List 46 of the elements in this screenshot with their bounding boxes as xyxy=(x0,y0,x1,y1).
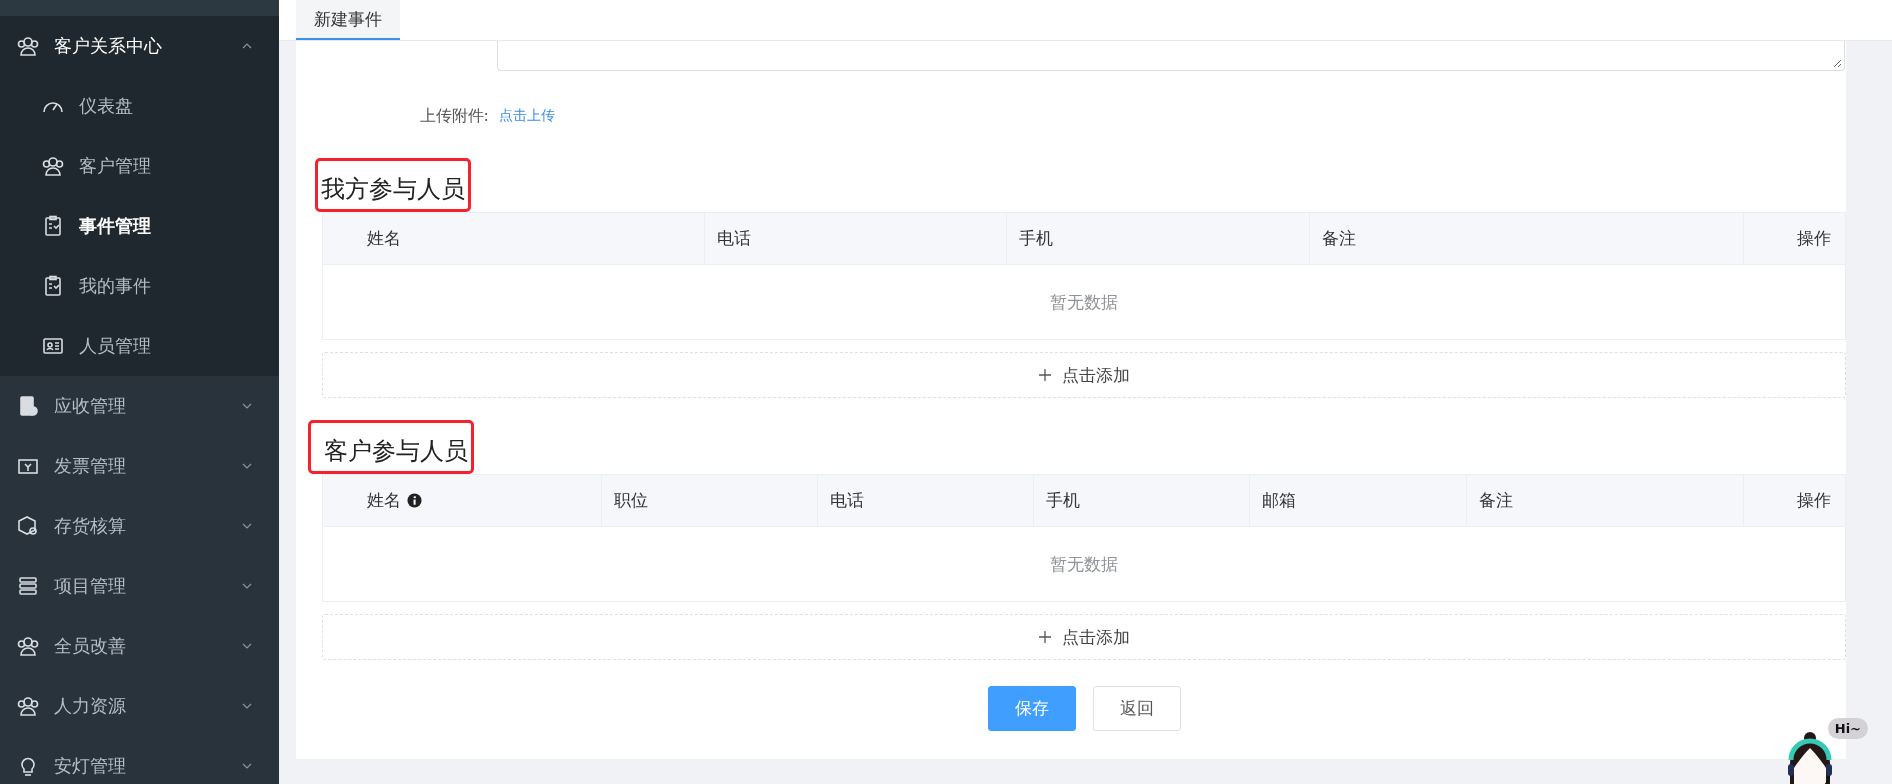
column-header: 操作 xyxy=(1796,227,1832,250)
menu-item[interactable]: 应收管理 xyxy=(0,376,279,436)
plus-icon xyxy=(1038,368,1052,382)
menu-item[interactable]: 事件管理 xyxy=(0,196,279,256)
column-header: 姓名 xyxy=(323,475,602,526)
box-search-icon xyxy=(16,514,40,538)
resize-grip-icon xyxy=(1832,58,1842,68)
menu-item[interactable]: 项目管理 xyxy=(0,556,279,616)
column-header: 备注 xyxy=(1310,213,1744,264)
menu-item[interactable]: 全员改善 xyxy=(0,616,279,676)
column-header: 电话 xyxy=(818,475,1034,526)
menu-item[interactable]: 我的事件 xyxy=(0,256,279,316)
people-icon xyxy=(16,694,40,718)
add-row-button[interactable]: 点击添加 xyxy=(322,614,1846,660)
section-title: 我方参与人员 xyxy=(315,158,471,212)
people-icon xyxy=(41,154,65,178)
column-header: 电话 xyxy=(705,213,1007,264)
add-row-button[interactable]: 点击添加 xyxy=(322,352,1846,398)
column-header: 职位 xyxy=(602,475,818,526)
chat-bubble[interactable]: Hi~ xyxy=(1827,718,1868,739)
column-header: 邮箱 xyxy=(1250,475,1467,526)
menu-item[interactable]: 客户管理 xyxy=(0,136,279,196)
column-header: 操作 xyxy=(1796,489,1832,512)
section-title: 客户参与人员 xyxy=(308,420,474,474)
people-icon xyxy=(16,34,40,58)
menu-item[interactable]: 安灯管理 xyxy=(0,736,279,784)
plus-icon xyxy=(1038,630,1052,644)
column-header: 手机 xyxy=(1034,475,1250,526)
column-header: 手机 xyxy=(1007,213,1310,264)
stack-icon xyxy=(16,574,40,598)
field-label: 上传附件: xyxy=(418,105,489,127)
menu-item[interactable]: 人员管理 xyxy=(0,316,279,376)
menu-item[interactable]: 存货核算 xyxy=(0,496,279,556)
tab[interactable]: 新建事件 xyxy=(296,0,400,40)
people-icon xyxy=(16,634,40,658)
empty-text: 暂无数据 xyxy=(1050,552,1118,576)
column-header: 姓名 xyxy=(323,213,705,264)
menu-item[interactable]: 人力资源 xyxy=(0,676,279,736)
menu-item[interactable]: 发票管理 xyxy=(0,436,279,496)
menu-item[interactable]: 客户关系中心 xyxy=(0,16,279,76)
menu-item[interactable]: 仪表盘 xyxy=(0,76,279,136)
empty-text: 暂无数据 xyxy=(1050,290,1118,314)
upload-link[interactable]: 点击上传 xyxy=(499,107,555,125)
column-header: 备注 xyxy=(1467,475,1744,526)
textarea-field[interactable] xyxy=(497,41,1845,71)
back-button[interactable]: 返回 xyxy=(1093,686,1181,731)
